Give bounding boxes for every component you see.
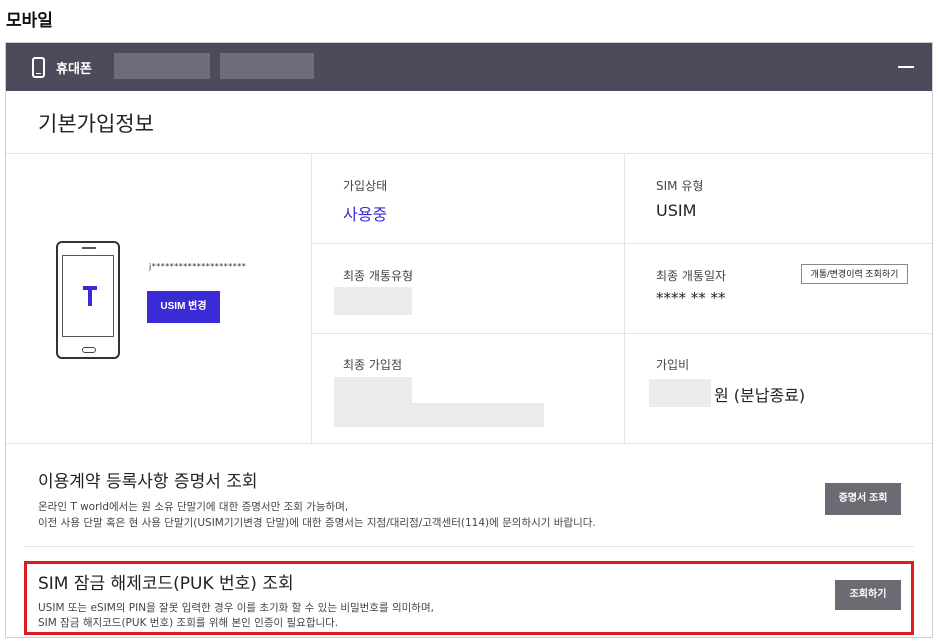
blurred-store-name <box>334 377 412 405</box>
t-brand-logo-icon <box>83 286 97 306</box>
puk-desc-line1: USIM 또는 eSIM의 PIN을 잘못 입력한 경우 이를 초기화 할 수 … <box>38 602 434 614</box>
divider <box>311 333 932 334</box>
divider <box>624 153 625 443</box>
device-illustration <box>56 241 120 359</box>
certificate-title: 이용계약 등록사항 증명서 조회 <box>38 472 258 492</box>
speaker-shape <box>82 247 96 249</box>
home-button-shape <box>82 347 96 353</box>
status-label: 가입상태 <box>343 179 388 193</box>
device-header-bar[interactable]: 휴대폰 <box>6 43 932 91</box>
certificate-button[interactable]: 증명서 조회 <box>825 483 901 515</box>
blurred-plan-name <box>220 53 314 79</box>
sim-type-value: USIM <box>656 201 697 220</box>
blurred-phone-number <box>114 53 210 79</box>
usim-change-button[interactable]: USIM 변경 <box>147 291 220 323</box>
blurred-fee-amount <box>649 379 711 407</box>
certificate-desc-line2: 이전 사용 단말 혹은 현 사용 단말기(USIM기기변경 단말)에 대한 증명… <box>38 517 596 529</box>
puk-lookup-button[interactable]: 조회하기 <box>835 580 901 610</box>
puk-title: SIM 잠금 해제코드(PUK 번호) 조회 <box>38 574 294 594</box>
fee-value: 원 (분납종료) <box>714 386 806 405</box>
page-title: 모바일 <box>6 11 53 31</box>
puk-desc-line2: SIM 잠금 해지코드(PUK 번호) 조회를 위해 본인 인증이 필요합니다. <box>38 617 339 629</box>
last-open-date-label: 최종 개통일자 <box>656 269 727 283</box>
last-store-label: 최종 가입점 <box>343 358 403 372</box>
divider <box>24 546 914 547</box>
mobile-panel: 휴대폰 기본가입정보 j********************* USIM 변… <box>5 42 933 638</box>
phone-icon <box>32 57 45 78</box>
divider <box>311 243 932 244</box>
blurred-store-address <box>334 403 544 427</box>
divider <box>6 443 932 444</box>
open-history-button[interactable]: 개통/변경이력 조회하기 <box>801 264 908 284</box>
section-title: 기본가입정보 <box>38 112 154 136</box>
last-open-type-label: 최종 개통유형 <box>343 269 414 283</box>
blurred-open-type <box>334 287 412 315</box>
certificate-desc-line1: 온라인 T world에서는 원 소유 단말기에 대한 증명서만 조회 가능하며… <box>38 501 349 513</box>
device-screen <box>62 255 114 337</box>
fee-label: 가입비 <box>656 358 690 372</box>
last-open-date-value: **** ** ** <box>656 289 726 307</box>
minus-icon[interactable] <box>898 66 914 68</box>
divider <box>6 153 932 154</box>
sim-type-label: SIM 유형 <box>656 179 704 193</box>
masked-user-id: j********************* <box>149 262 247 271</box>
status-value: 사용중 <box>343 205 388 224</box>
divider <box>311 153 312 443</box>
device-type-label: 휴대폰 <box>56 62 92 77</box>
